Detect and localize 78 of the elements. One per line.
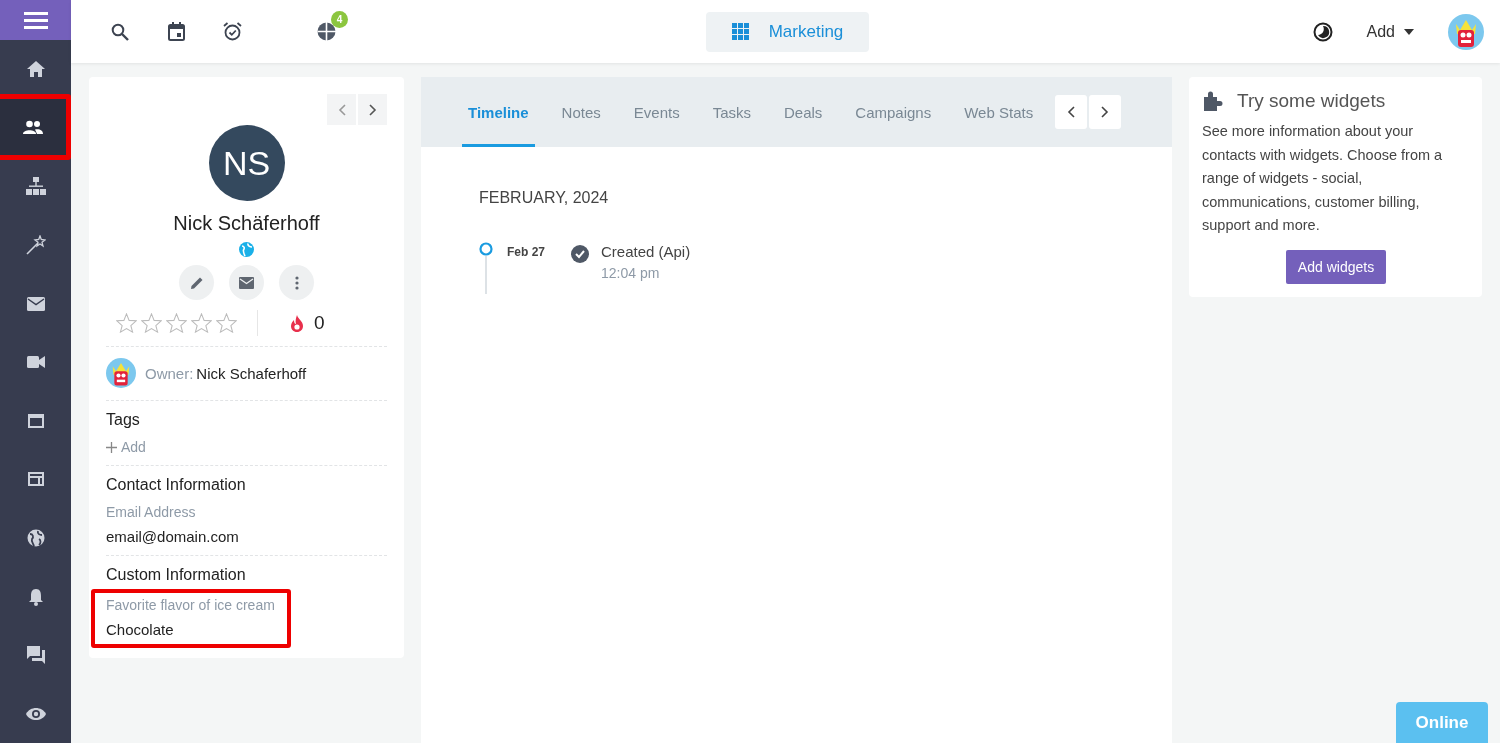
tab[interactable]: Notes bbox=[555, 77, 607, 147]
bell-icon bbox=[27, 587, 44, 606]
contact-avatar: NS bbox=[208, 125, 285, 201]
magic-wand-icon bbox=[25, 234, 46, 255]
globe-icon bbox=[26, 528, 45, 547]
edit-button[interactable] bbox=[179, 265, 214, 300]
tab[interactable]: Web Stats bbox=[958, 77, 1040, 147]
people-icon bbox=[23, 120, 43, 135]
caret-icon bbox=[1404, 28, 1414, 35]
timeline-marker bbox=[479, 242, 493, 294]
field-value: Chocolate bbox=[106, 621, 175, 638]
chevron-right-icon bbox=[1101, 106, 1110, 118]
layout-icon bbox=[27, 472, 44, 487]
add-dropdown[interactable]: Add bbox=[1366, 22, 1414, 41]
month-heading: FEBRUARY, 2024 bbox=[479, 189, 610, 207]
tab[interactable]: Tasks bbox=[706, 77, 757, 147]
next-button[interactable] bbox=[358, 94, 387, 125]
theme-toggle-button[interactable] bbox=[1312, 21, 1333, 42]
section-title: Custom Information bbox=[106, 566, 247, 584]
contact-name: Nick Schäferhoff bbox=[173, 212, 320, 235]
toolbar-button[interactable] bbox=[221, 20, 243, 43]
previous-button[interactable] bbox=[1055, 95, 1088, 129]
owner-name: Nick Schaferhoff bbox=[196, 364, 307, 382]
entry-time: 12:04 pm bbox=[601, 265, 661, 281]
video-camera-icon bbox=[26, 356, 45, 369]
window-icon bbox=[27, 413, 44, 428]
sidebar-item[interactable] bbox=[0, 94, 71, 161]
tab[interactable]: Deals bbox=[778, 77, 829, 147]
field-label: Favorite flavor of ice cream bbox=[106, 597, 275, 613]
pencil-icon bbox=[189, 275, 204, 290]
flame-icon bbox=[290, 314, 304, 332]
tab[interactable]: Events bbox=[627, 77, 686, 147]
puzzle-icon bbox=[1202, 91, 1224, 111]
score-value: 0 bbox=[314, 312, 325, 334]
hierarchy-icon bbox=[25, 177, 46, 196]
toolbar-button[interactable] bbox=[315, 20, 337, 43]
check-circle-icon bbox=[571, 245, 589, 263]
online-chat-button[interactable]: Online bbox=[1396, 702, 1488, 743]
chat-icon bbox=[26, 646, 45, 665]
plus-icon bbox=[106, 441, 117, 453]
toolbar-button[interactable] bbox=[165, 20, 187, 43]
search-icon bbox=[111, 22, 129, 41]
chevron-right-icon bbox=[368, 103, 377, 116]
add-widgets-button[interactable]: Add widgets bbox=[1285, 249, 1387, 284]
home-icon bbox=[26, 61, 45, 78]
contrast-icon bbox=[1312, 21, 1333, 42]
section-title: Contact Information bbox=[106, 476, 247, 494]
alarm-clock-icon bbox=[222, 22, 242, 41]
owner-avatar bbox=[106, 358, 136, 388]
field-value: email@domain.com bbox=[106, 528, 240, 545]
tab[interactable]: Timeline bbox=[462, 77, 535, 147]
vertical-dots-icon bbox=[294, 275, 299, 290]
tab[interactable]: Campaigns bbox=[849, 77, 938, 147]
entry-title: Created (Api) bbox=[601, 243, 691, 260]
section-title: Tags bbox=[106, 411, 141, 429]
entry-date: Feb 27 bbox=[507, 245, 546, 259]
envelope-icon bbox=[239, 276, 254, 289]
next-button[interactable] bbox=[1089, 95, 1122, 129]
envelope-icon bbox=[26, 296, 45, 311]
add-tag-link[interactable]: Add bbox=[106, 439, 146, 455]
user-avatar[interactable] bbox=[1448, 13, 1484, 50]
calendar-icon bbox=[167, 22, 185, 41]
notification-badge: 4 bbox=[331, 10, 348, 28]
eye-icon bbox=[25, 706, 46, 721]
menu-icon bbox=[23, 9, 48, 30]
star-rating[interactable] bbox=[116, 313, 237, 333]
owner-label: Owner: bbox=[145, 364, 194, 382]
grid-icon bbox=[731, 23, 749, 40]
menu-button[interactable] bbox=[0, 0, 71, 40]
pie-chart-icon bbox=[316, 22, 336, 41]
field-label: Email Address bbox=[106, 504, 197, 520]
chevron-left-icon bbox=[337, 103, 346, 116]
email-button[interactable] bbox=[229, 265, 264, 300]
workspace-button[interactable]: Marketing bbox=[706, 11, 869, 52]
globe-icon bbox=[239, 242, 254, 257]
widgets-title: Try some widgets bbox=[1237, 90, 1386, 112]
chevron-left-icon bbox=[1067, 106, 1076, 118]
widgets-description: See more information about your contacts with widgets. Choose from a range of widgets - social, communications, customer billing, support and more. bbox=[1202, 122, 1444, 235]
